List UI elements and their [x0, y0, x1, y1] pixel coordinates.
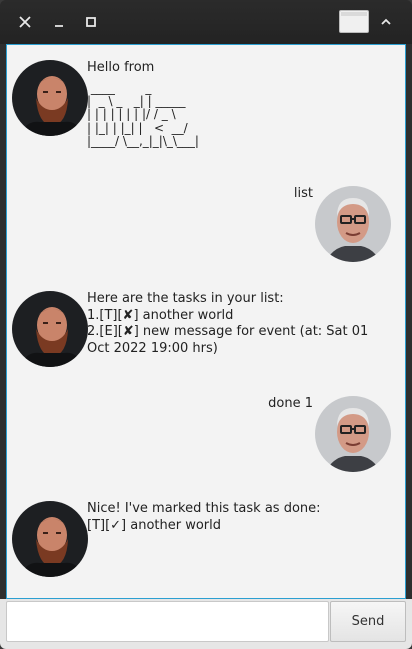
bot-message-ascii-logo: ____ _ | _ \ _ _| | _____ | | | | | | | …	[87, 81, 199, 148]
user-avatar	[315, 186, 391, 262]
input-bar: Send	[0, 599, 412, 649]
user-message: list	[293, 186, 313, 201]
dialog-container[interactable]: Hello from ____ _ | _ \ _ _| | _____ | |…	[6, 44, 406, 599]
title-bar	[0, 0, 412, 44]
bot-avatar	[12, 60, 88, 136]
chevron-up-icon[interactable]	[377, 13, 395, 31]
close-icon[interactable]	[16, 13, 34, 31]
bot-avatar	[12, 291, 88, 367]
bot-message-task-list: Here are the tasks in your list: 1.[T][✘…	[87, 291, 369, 356]
app-window: Hello from ____ _ | _ \ _ _| | _____ | |…	[0, 0, 412, 649]
bot-message-task-done: Nice! I've marked this task as done: [T]…	[87, 501, 321, 533]
maximize-icon[interactable]	[82, 13, 100, 31]
send-button[interactable]: Send	[330, 601, 406, 642]
bot-message-greeting: Hello from	[87, 60, 155, 75]
user-input-field[interactable]	[6, 601, 329, 642]
restore-icon[interactable]	[339, 10, 369, 33]
bot-avatar	[12, 501, 88, 577]
user-avatar	[315, 396, 391, 472]
minimize-icon[interactable]	[50, 13, 68, 31]
user-message: done 1	[268, 396, 313, 411]
